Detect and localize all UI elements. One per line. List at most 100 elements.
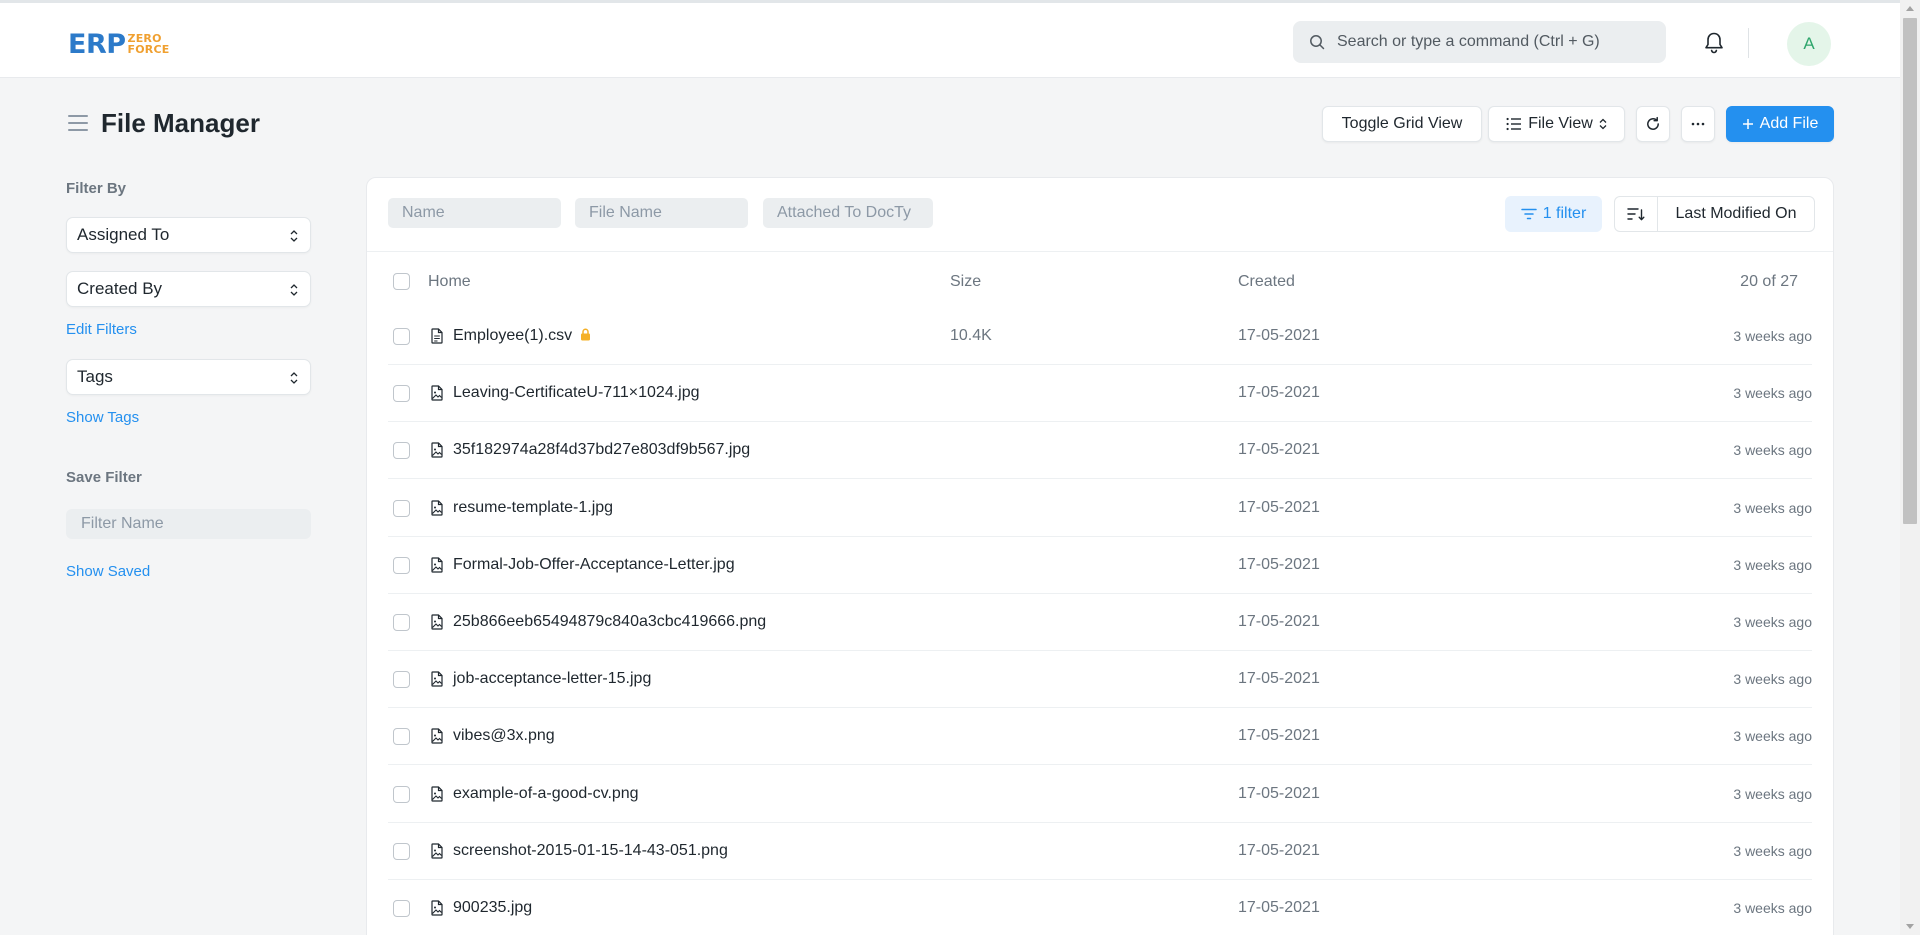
notifications-bell-icon[interactable] bbox=[1703, 31, 1725, 60]
name-filter-input[interactable] bbox=[388, 198, 561, 228]
plus-icon bbox=[1742, 119, 1753, 129]
file-name-link[interactable]: Formal-Job-Offer-Acceptance-Letter.jpg bbox=[453, 556, 735, 574]
user-avatar[interactable]: A bbox=[1787, 22, 1831, 66]
scroll-down-arrow-icon[interactable] bbox=[1906, 924, 1914, 929]
file-name-link[interactable]: vibes@3x.png bbox=[453, 727, 555, 745]
file-created-date: 17-05-2021 bbox=[1238, 384, 1320, 402]
filter-icon bbox=[1520, 208, 1537, 220]
refresh-button[interactable] bbox=[1636, 106, 1670, 142]
file-modified-time: 3 weeks ago bbox=[1733, 785, 1812, 802]
app-logo[interactable]: ERP ZERO FORCE bbox=[68, 28, 169, 60]
image-file-icon bbox=[430, 785, 444, 807]
scroll-up-arrow-icon[interactable] bbox=[1906, 6, 1914, 11]
file-list-card: 1 filter Last Modified On Home Size Crea… bbox=[366, 177, 1834, 935]
row-checkbox[interactable] bbox=[393, 328, 410, 345]
add-file-button[interactable]: Add File bbox=[1726, 106, 1834, 142]
show-tags-link[interactable]: Show Tags bbox=[66, 409, 139, 426]
search-icon bbox=[1310, 35, 1325, 50]
table-row[interactable]: screenshot-2015-01-15-14-43-051.png 17-05… bbox=[367, 823, 1833, 880]
table-row[interactable]: Leaving-CertificateU-711×1024.jpg 17-05-2… bbox=[367, 365, 1833, 423]
table-row[interactable]: resume-template-1.jpg 17-05-2021 3 weeks a… bbox=[367, 480, 1833, 537]
tags-select[interactable]: Tags bbox=[66, 359, 311, 395]
file-size: 10.4K bbox=[950, 327, 992, 344]
created-by-label: Created By bbox=[77, 279, 163, 298]
filter-button[interactable]: 1 filter bbox=[1505, 196, 1602, 232]
file-name-link[interactable]: 35f182974a28f4d37bd27e803df9b567.jpg bbox=[453, 441, 750, 459]
image-file-icon bbox=[430, 385, 444, 406]
row-checkbox[interactable] bbox=[393, 385, 410, 403]
sort-by-button[interactable]: Last Modified On bbox=[1658, 197, 1814, 231]
filter-by-heading: Filter By bbox=[66, 180, 127, 197]
lock-icon bbox=[580, 328, 591, 346]
file-name-link[interactable]: 25b866eeb65494879c840a3cbc419666.png bbox=[453, 613, 766, 631]
chevron-up-down-icon bbox=[290, 230, 298, 242]
table-row[interactable]: example-of-a-good-cv.png 17-05-2021 3 week… bbox=[367, 766, 1833, 823]
select-all-checkbox[interactable] bbox=[393, 273, 410, 290]
row-checkbox[interactable] bbox=[393, 499, 410, 517]
file-modified-time: 3 weeks ago bbox=[1733, 614, 1812, 630]
toggle-grid-view-button[interactable]: Toggle Grid View bbox=[1322, 106, 1482, 142]
row-checkbox[interactable] bbox=[393, 900, 410, 917]
file-name-link[interactable]: example-of-a-good-cv.png bbox=[453, 785, 639, 803]
file-created-date: 17-05-2021 bbox=[1238, 727, 1320, 745]
file-name-text: 900235.jpg bbox=[453, 899, 533, 916]
row-checkbox[interactable] bbox=[393, 671, 410, 689]
logo-text: ERP bbox=[68, 28, 126, 60]
file-view-dropdown[interactable]: File View bbox=[1488, 106, 1625, 142]
filter-button-label: 1 filter bbox=[1542, 205, 1587, 222]
file-created-date: 17-05-2021 bbox=[1238, 441, 1320, 459]
search-input[interactable] bbox=[1337, 33, 1657, 51]
row-checkbox[interactable] bbox=[393, 842, 410, 860]
image-file-icon bbox=[430, 442, 444, 463]
more-actions-button[interactable] bbox=[1681, 106, 1715, 142]
sidebar-toggle-menu-icon[interactable] bbox=[68, 115, 88, 131]
navbar: ERP ZERO FORCE A bbox=[0, 0, 1900, 78]
image-file-icon bbox=[430, 499, 444, 521]
file-name-text: 25b866eeb65494879c840a3cbc419666.png bbox=[453, 613, 767, 630]
file-created-date: 17-05-2021 bbox=[1238, 670, 1320, 688]
table-row[interactable]: 35f182974a28f4d37bd27e803df9b567.jpg 17-0… bbox=[367, 422, 1833, 480]
edit-filters-link[interactable]: Edit Filters bbox=[66, 321, 137, 338]
row-checkbox[interactable] bbox=[393, 556, 410, 574]
file-created-date: 17-05-2021 bbox=[1238, 841, 1320, 859]
file-name-text: screenshot-2015-01-15-14-43-051.png bbox=[453, 841, 728, 859]
show-saved-link[interactable]: Show Saved bbox=[66, 563, 150, 580]
column-header-name[interactable]: Home bbox=[428, 273, 471, 291]
row-checkbox[interactable] bbox=[393, 614, 410, 631]
file-name-link[interactable]: screenshot-2015-01-15-14-43-051.png bbox=[453, 842, 728, 860]
assigned-to-select[interactable]: Assigned To bbox=[66, 217, 311, 253]
scrollbar-thumb[interactable] bbox=[1903, 18, 1917, 524]
table-row[interactable]: 900235.jpg 17-05-2021 3 weeks ago bbox=[367, 880, 1833, 935]
file-modified-time: 3 weeks ago bbox=[1733, 900, 1812, 916]
filter-name-input[interactable] bbox=[66, 509, 311, 539]
file-name-text: Employee(1).csv bbox=[453, 327, 573, 344]
table-row[interactable]: vibes@3x.png 17-05-2021 3 weeks ago bbox=[367, 708, 1833, 766]
sort-order-button[interactable] bbox=[1615, 197, 1658, 231]
row-checkbox[interactable] bbox=[393, 785, 410, 803]
file-name-link[interactable]: 900235.jpg bbox=[453, 899, 532, 917]
file-name-link[interactable]: Leaving-CertificateU-711×1024.jpg bbox=[453, 384, 700, 402]
file-modified-time: 3 weeks ago bbox=[1733, 671, 1812, 688]
page-scrollbar[interactable] bbox=[1900, 0, 1920, 935]
file-name-text: Leaving-CertificateU-711×1024.jpg bbox=[453, 384, 700, 402]
document-file-icon bbox=[430, 328, 444, 349]
table-row[interactable]: Formal-Job-Offer-Acceptance-Letter.jpg 17… bbox=[367, 537, 1833, 594]
created-by-select[interactable]: Created By bbox=[66, 271, 311, 307]
list-header-divider bbox=[367, 251, 1833, 252]
file-name-link[interactable]: Employee(1).csv bbox=[453, 327, 591, 346]
attached-to-doctype-filter-input[interactable] bbox=[763, 198, 933, 228]
file-name-filter-input[interactable] bbox=[575, 198, 748, 228]
row-checkbox[interactable] bbox=[393, 728, 410, 746]
table-row[interactable]: Employee(1).csv 10.4K 17-05-2021 3 weeks ag… bbox=[367, 308, 1833, 365]
image-file-icon bbox=[430, 557, 444, 578]
search-bar[interactable] bbox=[1293, 21, 1666, 63]
row-checkbox[interactable] bbox=[393, 442, 410, 460]
file-created-date: 17-05-2021 bbox=[1238, 899, 1320, 916]
file-name-link[interactable]: resume-template-1.jpg bbox=[453, 499, 613, 517]
file-name-link[interactable]: job-acceptance-letter-15.jpg bbox=[453, 670, 651, 688]
table-row[interactable]: job-acceptance-letter-15.jpg 17-05-2021 3 … bbox=[367, 651, 1833, 709]
file-modified-time: 3 weeks ago bbox=[1733, 385, 1812, 402]
table-row[interactable]: 25b866eeb65494879c840a3cbc419666.png 17-0… bbox=[367, 594, 1833, 651]
file-created-date: 17-05-2021 bbox=[1238, 498, 1320, 516]
column-header-size: Size bbox=[950, 273, 982, 290]
